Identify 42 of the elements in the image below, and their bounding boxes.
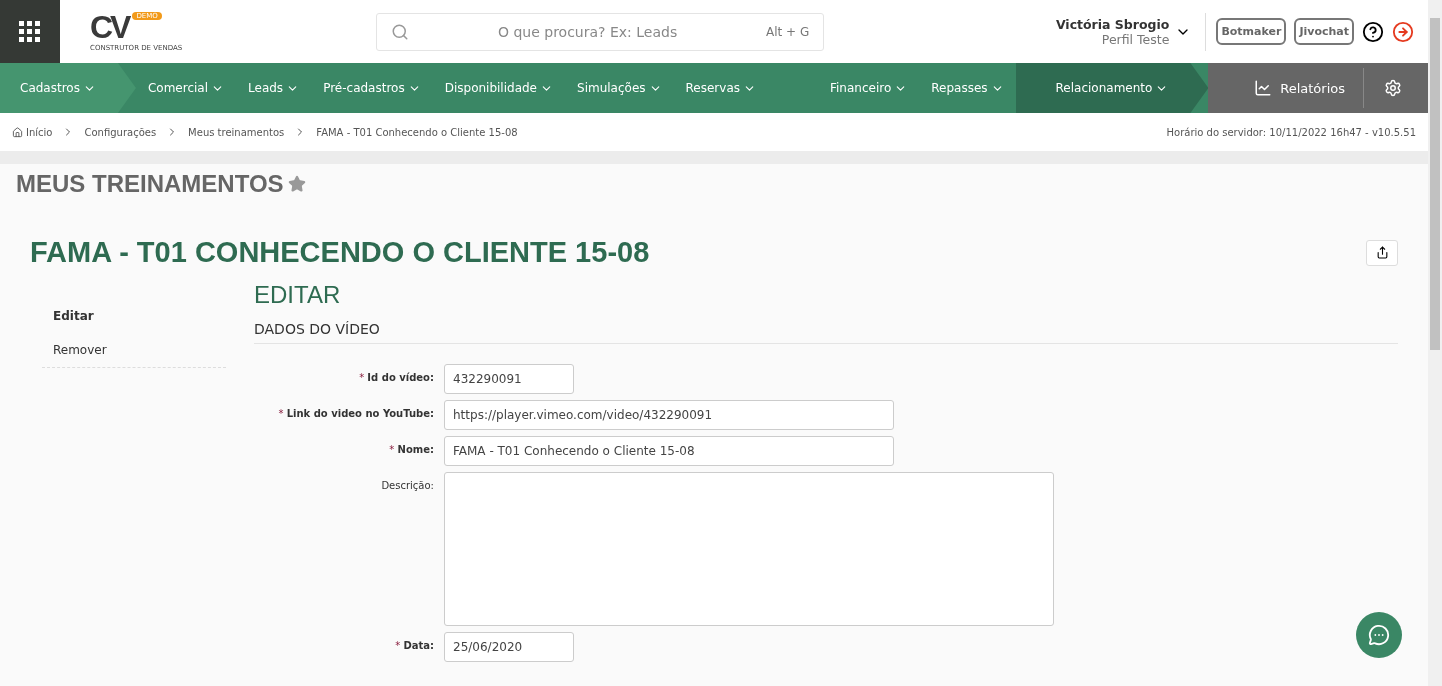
subsection-title: DADOS DO VÍDEO bbox=[254, 309, 1398, 344]
input-field[interactable]: 25/06/2020 bbox=[444, 632, 574, 662]
field-label: Descrição: bbox=[380, 479, 434, 491]
page-title: MEUS TREINAMENTOS bbox=[16, 170, 284, 198]
nav-menu-item[interactable]: Relacionamento bbox=[1015, 63, 1209, 113]
chat-button[interactable] bbox=[1356, 612, 1402, 658]
apps-grid-button[interactable] bbox=[0, 0, 60, 63]
breadcrumb-link[interactable]: Meus treinamentos bbox=[188, 126, 285, 138]
record-title: FAMA - T01 CONHECENDO O CLIENTE 15-08 bbox=[30, 236, 651, 269]
home-icon bbox=[12, 126, 23, 138]
logout-icon[interactable] bbox=[1392, 20, 1414, 43]
breadcrumb-link[interactable]: FAMA - T01 Conhecendo o Cliente 15-08 bbox=[316, 126, 518, 138]
field-label: * Nome: bbox=[388, 443, 434, 455]
section-title: EDITAR bbox=[254, 281, 342, 309]
field-label: * Data: bbox=[394, 639, 434, 651]
server-time: Horário do servidor: 10/11/2022 16h47 - v10.5.51 bbox=[1166, 126, 1416, 138]
input-field[interactable]: https://player.vimeo.com/video/432290091 bbox=[444, 400, 894, 430]
breadcrumb-link[interactable]: Configurações bbox=[84, 126, 157, 138]
input-field[interactable]: FAMA - T01 Conhecendo o Cliente 15-08 bbox=[444, 436, 894, 466]
line-chart-icon bbox=[1254, 79, 1273, 97]
side-menu-item[interactable]: Remover bbox=[42, 333, 226, 367]
side-menu-item[interactable]: Editar bbox=[42, 299, 226, 333]
scrollbar[interactable] bbox=[1428, 0, 1442, 686]
nav-menu-item[interactable]: Cadastros bbox=[0, 63, 136, 113]
chat-button[interactable]: Botmaker bbox=[1216, 18, 1287, 45]
settings-icon[interactable] bbox=[1384, 79, 1402, 97]
share-button[interactable] bbox=[1366, 239, 1398, 266]
grid-icon bbox=[19, 20, 41, 43]
search-field[interactable]: O que procura? Ex: Leads Alt + G bbox=[376, 12, 825, 51]
shortcut-hint: Alt + G bbox=[765, 24, 810, 39]
input-field[interactable]: 432290091 bbox=[444, 364, 574, 394]
help-icon[interactable] bbox=[1362, 20, 1384, 43]
field-label: * Link do video no YouTube: bbox=[277, 407, 434, 419]
search-icon bbox=[391, 22, 410, 41]
field-label: * Id do vídeo: bbox=[358, 371, 434, 383]
chat-bubble-icon bbox=[1368, 624, 1390, 646]
star-icon[interactable] bbox=[287, 175, 306, 193]
user-menu[interactable]: Victória Sbrogio Perfil Teste bbox=[1055, 16, 1170, 47]
share-icon bbox=[1375, 246, 1389, 259]
chat-button[interactable]: Jivochat bbox=[1294, 18, 1354, 45]
breadcrumb-link[interactable]: Início bbox=[12, 126, 53, 138]
logo-letters: CV bbox=[90, 11, 129, 42]
